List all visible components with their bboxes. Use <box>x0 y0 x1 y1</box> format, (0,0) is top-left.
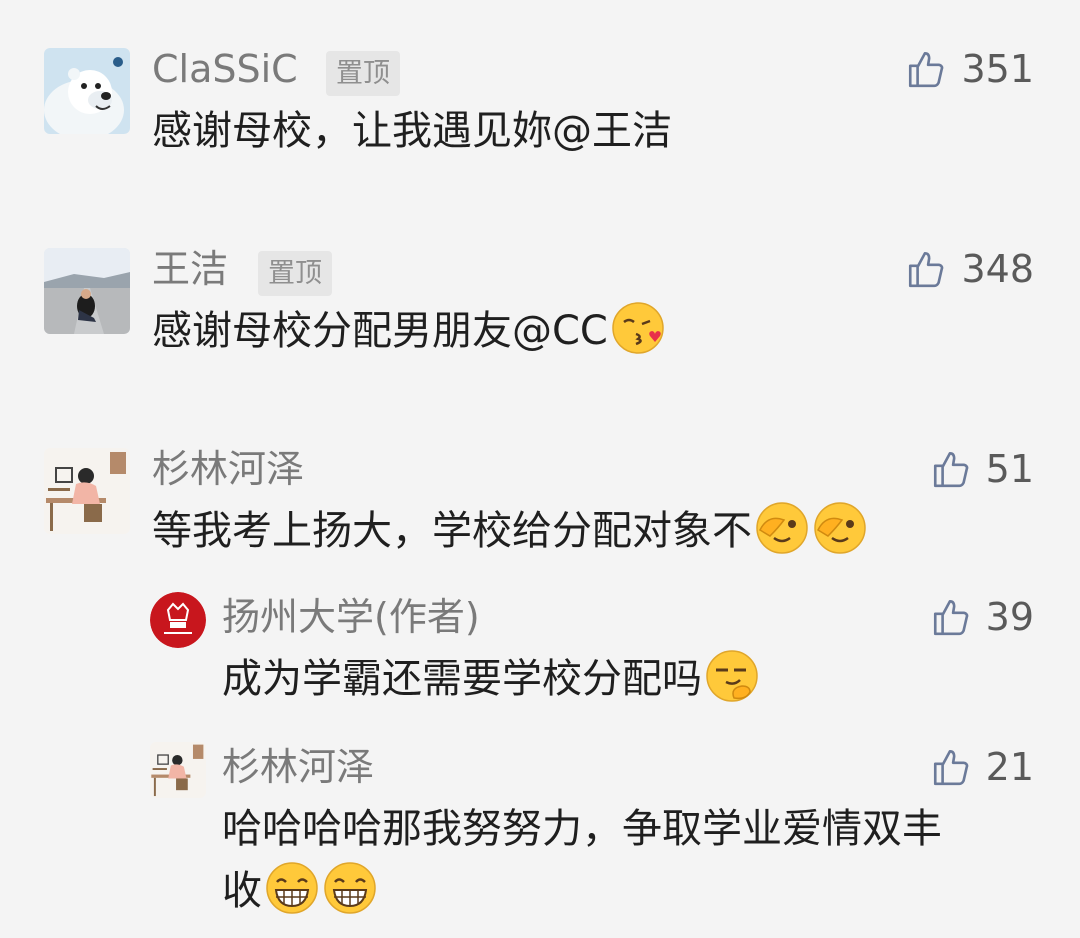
comment-text: 感谢母校分配男朋友@CC <box>152 300 666 362</box>
reply-text-line-2: 收 <box>222 860 378 922</box>
face-palm-peek-emoji <box>812 500 868 556</box>
university-logo-avatar <box>150 592 206 648</box>
reply-author[interactable]: 扬州大学(作者) <box>222 598 480 636</box>
like-button[interactable]: 351 <box>905 48 1034 90</box>
avatar[interactable] <box>150 742 206 798</box>
comment-text-content: 等我考上扬大，学校给分配对象不 <box>152 508 752 554</box>
like-button[interactable]: 348 <box>905 248 1034 290</box>
pinned-badge: 置顶 <box>258 251 332 296</box>
avatar[interactable] <box>44 448 130 534</box>
comment-author[interactable]: 王洁 <box>152 250 228 288</box>
like-button[interactable]: 21 <box>930 746 1034 788</box>
like-count: 348 <box>961 247 1034 291</box>
reply-text-content: 成为学霸还需要学校分配吗 <box>222 656 702 702</box>
like-count: 51 <box>985 447 1034 491</box>
face-palm-peek-emoji <box>754 500 810 556</box>
avatar[interactable] <box>44 248 130 334</box>
like-button[interactable]: 51 <box>930 448 1034 490</box>
comment-author[interactable]: 杉林河泽 <box>152 450 304 488</box>
like-count: 39 <box>985 595 1034 639</box>
reply-text: 成为学霸还需要学校分配吗 <box>222 648 760 710</box>
smirk-hand-chin-emoji <box>704 648 760 704</box>
like-button[interactable]: 39 <box>930 596 1034 638</box>
pinned-badge: 置顶 <box>326 51 400 96</box>
thumbs-up-icon <box>905 48 947 90</box>
reply-text-line-1: 哈哈哈哈那我努努力，争取学业爱情双丰 <box>222 806 942 852</box>
grinning-emoji <box>264 860 320 916</box>
grinning-emoji <box>322 860 378 916</box>
girl-on-road-avatar <box>44 248 130 334</box>
comment-text: 等我考上扬大，学校给分配对象不 <box>152 500 868 562</box>
thumbs-up-icon <box>930 596 972 638</box>
polar-bear-avatar <box>44 48 130 134</box>
girl-at-desk-avatar <box>44 448 130 534</box>
like-count: 21 <box>985 745 1034 789</box>
comment-text-content: 感谢母校分配男朋友@CC <box>152 308 608 354</box>
avatar[interactable] <box>150 592 206 648</box>
thumbs-up-icon <box>905 248 947 290</box>
comment-text: 感谢母校，让我遇见妳@王洁 <box>152 108 672 154</box>
like-count: 351 <box>961 47 1034 91</box>
reply-author[interactable]: 杉林河泽 <box>222 748 374 786</box>
thumbs-up-icon <box>930 448 972 490</box>
kissing-emoji <box>610 300 666 356</box>
girl-at-desk-avatar <box>150 742 206 798</box>
reply-text-content: 收 <box>222 868 262 914</box>
thumbs-up-icon <box>930 746 972 788</box>
avatar[interactable] <box>44 48 130 134</box>
comment-author[interactable]: ClaSSiC <box>152 50 298 88</box>
